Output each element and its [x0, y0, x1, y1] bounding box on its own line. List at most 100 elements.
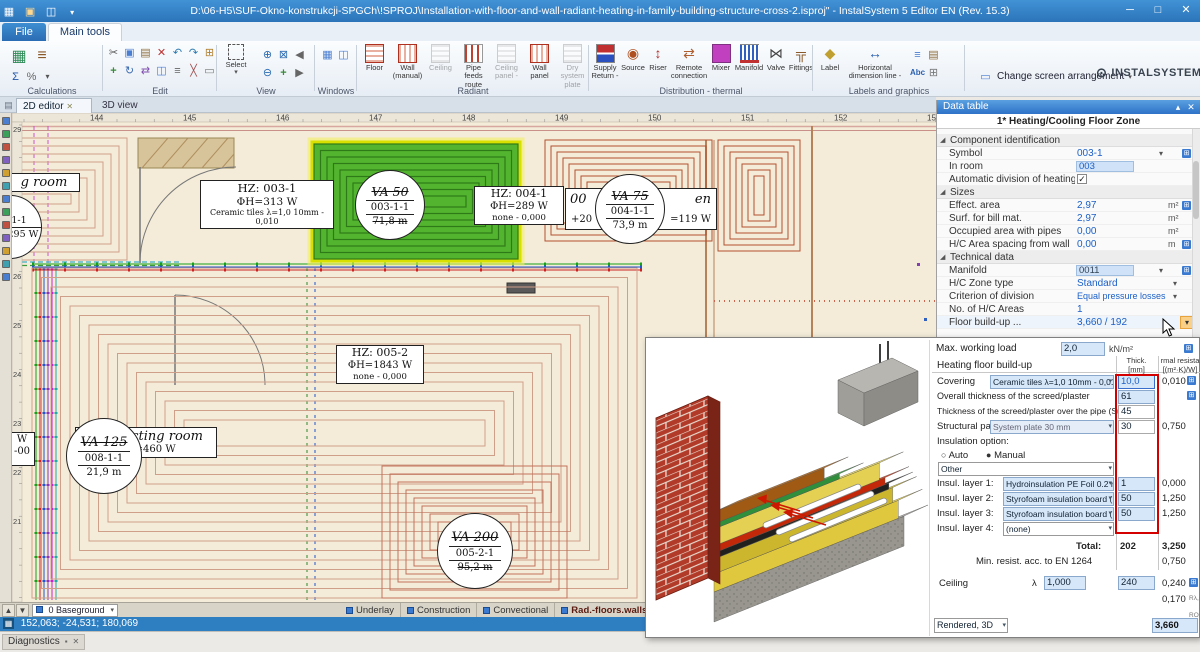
ceiling-button[interactable]: Ceiling [424, 43, 457, 72]
side-tool-8[interactable] [2, 208, 10, 216]
zoom-extents-icon[interactable]: ⊠ [276, 47, 291, 62]
side-tool-10[interactable] [2, 234, 10, 242]
hz-label-003-1[interactable]: HZ: 003-1 ΦH=313 W Ceramic tiles λ=1,0 1… [200, 180, 334, 229]
auto-division-checkbox[interactable]: ✓ [1077, 174, 1087, 184]
room-label-left[interactable]: g room [12, 173, 80, 192]
side-tool-13[interactable] [2, 273, 10, 281]
manifold-field[interactable]: 0011 [1076, 265, 1134, 276]
data-table-header[interactable]: Data table ▴ ✕ [937, 100, 1200, 114]
shared-param-icon[interactable]: ⊞ [1182, 266, 1191, 275]
manifold-button[interactable]: Manifold [734, 43, 764, 72]
area-circle-va125[interactable]: VA 125 008-1-1 21,9 m [66, 418, 142, 494]
redo-icon[interactable]: ↷ [186, 45, 201, 60]
pipe-feeds-route-button[interactable]: Pipe feeds route [457, 43, 490, 89]
layer-down-button[interactable]: ▼ [16, 604, 29, 617]
hz-label-005-2[interactable]: HZ: 005-2 ΦH=1843 W none - 0,000 [336, 345, 424, 384]
close-diagnostics-icon[interactable]: ✕ [73, 635, 80, 649]
side-tool-9[interactable] [2, 221, 10, 229]
group-icon[interactable]: ◫ [154, 63, 169, 78]
remote-connection-button[interactable]: ⇄ Remote connection [670, 43, 708, 81]
panel-toggle-icon[interactable]: ▤ [1, 98, 16, 113]
close-panel-icon[interactable]: ✕ [1185, 100, 1197, 114]
ceiling-panel-button[interactable]: Ceiling panel - [490, 43, 523, 81]
abc-text-icon[interactable]: Abc [910, 65, 925, 80]
save-icon[interactable]: ◫ [43, 3, 59, 19]
fittings-button[interactable]: ╦ Fittings [788, 43, 814, 72]
shared-param-icon[interactable]: ⊞ [1187, 376, 1196, 385]
side-tool-1[interactable] [2, 117, 10, 125]
side-tool-3[interactable] [2, 143, 10, 151]
radio-manual[interactable]: ● Manual [986, 449, 1025, 462]
tab-main-tools[interactable]: Main tools [48, 23, 122, 41]
hz-label-004-1[interactable]: HZ: 004-1 ΦH=289 W none - 0,000 [474, 186, 564, 225]
previous-view-icon[interactable]: ◀ [292, 47, 307, 62]
close-tab-icon[interactable]: ✕ [66, 102, 73, 111]
baseground-select[interactable]: 0 Baseground ▾ [32, 604, 118, 617]
floor-button[interactable]: Floor [358, 43, 391, 72]
insul-layer4-select[interactable]: (none)▾ [1003, 522, 1114, 536]
render-mode-select[interactable]: Rendered, 3D▾ [934, 618, 1008, 633]
tab-file[interactable]: File [2, 23, 46, 41]
layer-tab-construction[interactable]: Construction [401, 603, 477, 617]
radio-auto[interactable]: ○ Auto [941, 449, 968, 462]
side-tool-2[interactable] [2, 130, 10, 138]
maximize-button[interactable]: □ [1144, 0, 1172, 22]
diagnostics-panel-tab[interactable]: Diagnostics ▪ ✕ [2, 634, 85, 650]
layer-tab-underlay[interactable]: Underlay [340, 603, 401, 617]
move-icon[interactable]: + [106, 63, 121, 78]
tab-2d-editor[interactable]: 2D editor ✕ [16, 98, 92, 113]
layer-up-button[interactable]: ▲ [2, 604, 15, 617]
area-circle-va50[interactable]: VA 50 003-1-1 71,8 m [355, 170, 425, 240]
dry-system-plate-button[interactable]: Dry system plate [556, 43, 589, 89]
pin-icon[interactable]: ▪ [65, 635, 68, 649]
insulation-set-select[interactable]: Other▾ [938, 462, 1114, 476]
horizontal-dimension-button[interactable]: ↔ Horizontal dimension line - [846, 43, 904, 81]
minimize-button[interactable]: ─ [1116, 0, 1144, 22]
layers-icon[interactable]: ≡ [170, 63, 185, 78]
covering-select[interactable]: Ceramic tiles λ=1,0 10mm - 0,010▾ [990, 375, 1114, 389]
section-component-identification[interactable]: ◢ Component identification [937, 134, 1193, 147]
structural-panel-select[interactable]: System plate 30 mm▾ [990, 420, 1114, 434]
open-project-icon[interactable]: ▣ [22, 3, 38, 19]
erase-icon[interactable]: ╳ [186, 63, 201, 78]
area-circle-va75[interactable]: VA 75 004-1-1 73,9 m [595, 174, 665, 244]
layer-tab-rad-floors-walls[interactable]: Rad.-floors.walls [555, 603, 654, 617]
dropdown-arrow-icon[interactable]: ▾ [1173, 290, 1177, 303]
percent-icon[interactable]: % [24, 69, 39, 84]
close-button[interactable]: ✕ [1172, 0, 1200, 22]
shared-param-icon[interactable]: ⊞ [1184, 344, 1193, 353]
rotate-icon[interactable]: ↻ [122, 63, 137, 78]
zoom-out-icon[interactable]: ⊖ [260, 65, 275, 80]
section-sizes[interactable]: ◢ Sizes [937, 186, 1193, 199]
calculations-dropdown-icon[interactable]: ▾ [40, 69, 55, 84]
pan-icon[interactable]: + [276, 65, 291, 80]
scrollbar-thumb[interactable] [1193, 161, 1199, 219]
ceiling-lambda-field[interactable]: 1,000 [1044, 576, 1086, 590]
label-button[interactable]: ◆ Label [814, 43, 846, 72]
collapse-panel-icon[interactable]: ▴ [1172, 100, 1184, 114]
calculations-icon[interactable]: ▦ [8, 45, 30, 67]
supply-return-button[interactable]: Supply Return - [590, 43, 620, 81]
shared-param-icon[interactable]: ⊞ [1187, 391, 1196, 400]
undo-icon[interactable]: ↶ [170, 45, 185, 60]
insul-layer1-select[interactable]: Hydroinsulation PE Foil 0.2 n▾ [1003, 477, 1114, 491]
riser-button[interactable]: ↕ Riser [646, 43, 670, 72]
copy-icon[interactable]: ▣ [122, 45, 137, 60]
max-load-field[interactable]: 2,0 [1061, 342, 1105, 356]
shared-param-icon[interactable]: ⊞ [1182, 201, 1191, 210]
next-view-icon[interactable]: ▶ [292, 65, 307, 80]
section-technical-data[interactable]: ◢ Technical data [937, 251, 1193, 264]
insul-layer2-select[interactable]: Styrofoam insulation board (▾ [1003, 492, 1114, 506]
wall-panel-button[interactable]: Wall panel [523, 43, 556, 81]
dropdown-arrow-icon[interactable]: ▾ [1173, 277, 1177, 290]
in-room-field[interactable]: 003 [1076, 161, 1134, 172]
dropdown-arrow-icon[interactable]: ▾ [1159, 147, 1163, 160]
area-circle-va200[interactable]: VA 200 005-2-1 95,2 m [437, 513, 513, 589]
side-tool-11[interactable] [2, 247, 10, 255]
cut-icon[interactable]: ✂ [106, 45, 121, 60]
side-tool-5[interactable] [2, 169, 10, 177]
ceiling-thickness-field[interactable]: 240 [1118, 576, 1155, 590]
zoom-in-icon[interactable]: ⊕ [260, 47, 275, 62]
grid-icon[interactable]: ⊞ [926, 65, 941, 80]
bill-of-materials-icon[interactable]: ≡ [31, 45, 53, 67]
